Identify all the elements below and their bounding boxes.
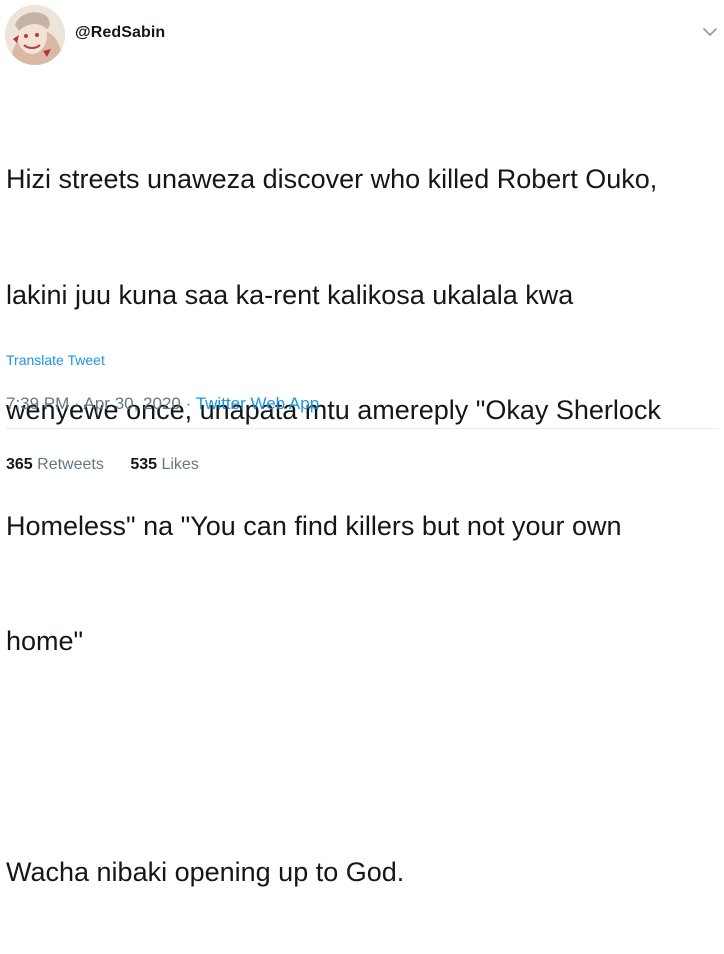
avatar[interactable]: [5, 5, 65, 65]
tweet-text-line: Wacha nibaki opening up to God.: [6, 857, 405, 887]
likes-count: 535: [130, 456, 158, 473]
tweet-text-line: Homeless" na "You can find killers but n…: [6, 510, 622, 541]
retweets-label: Retweets: [37, 456, 104, 473]
tweet-stats: 365 Retweets 535 Likes: [6, 456, 221, 474]
tweet-card: @RedSabin Hizi streets unaweza discover …: [0, 0, 724, 887]
tweet-text-line: Hizi streets unaweza discover who killed…: [6, 164, 658, 194]
tweet-text-line-blank: [6, 738, 718, 777]
tweet-time[interactable]: 7:39 PM: [6, 394, 69, 413]
tweet-source-link[interactable]: Twitter Web App: [196, 394, 319, 413]
tweet-text: Hizi streets unaweza discover who killed…: [6, 83, 718, 954]
translate-tweet-link[interactable]: Translate Tweet: [6, 352, 105, 368]
likes-label: Likes: [161, 456, 199, 473]
retweets-count: 365: [6, 456, 33, 473]
tweet-text-line: home": [6, 626, 84, 656]
user-handle[interactable]: @RedSabin: [75, 24, 165, 42]
divider: [6, 428, 718, 429]
avatar-image: [5, 5, 65, 65]
tweet-meta: 7:39 PM · Apr 30, 2020 · Twitter Web App: [6, 394, 319, 414]
chevron-down-icon[interactable]: [701, 23, 719, 41]
tweet-header: @RedSabin: [5, 5, 719, 65]
likes-stat[interactable]: 535 Likes: [130, 456, 199, 474]
retweets-stat[interactable]: 365 Retweets: [6, 456, 104, 474]
meta-separator: ·: [185, 394, 192, 413]
meta-separator: ·: [74, 394, 80, 413]
tweet-date[interactable]: Apr 30, 2020: [84, 394, 181, 413]
tweet-text-line: lakini juu kuna saa ka-rent kalikosa uka…: [6, 279, 574, 310]
